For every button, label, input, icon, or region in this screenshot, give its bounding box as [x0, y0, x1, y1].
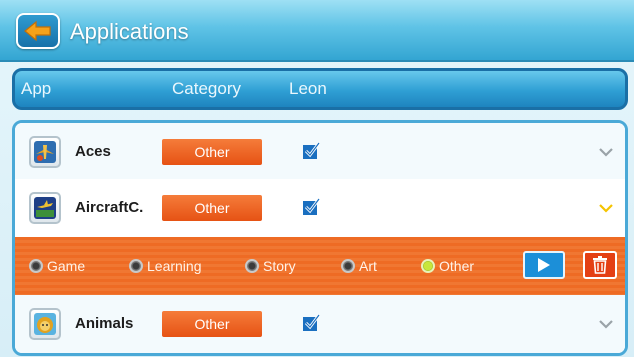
category-option-story[interactable]: Story: [245, 256, 296, 276]
title-bar: Applications: [0, 0, 634, 62]
table-row[interactable]: Aces Other: [15, 123, 625, 181]
back-arrow-icon: [24, 20, 51, 42]
category-option-art[interactable]: Art: [341, 256, 377, 276]
animals-app-icon: [29, 308, 61, 340]
play-button[interactable]: [523, 251, 565, 279]
app-list: Aces Other AircraftC. Other Game Learnin…: [12, 120, 628, 356]
category-option-other[interactable]: Other: [421, 256, 474, 276]
column-header-app: App: [21, 79, 52, 98]
table-row[interactable]: AircraftC. Other: [15, 179, 625, 237]
chevron-down-icon[interactable]: [599, 147, 613, 157]
back-button[interactable]: [16, 13, 60, 49]
checkbox-checked-icon[interactable]: [302, 314, 320, 332]
checkbox-checked-icon[interactable]: [302, 198, 320, 216]
radio-icon: [129, 259, 143, 273]
radio-selected-icon: [421, 259, 435, 273]
aces-app-icon: [29, 136, 61, 168]
app-name: AircraftC.: [75, 199, 144, 216]
radio-icon: [29, 259, 43, 273]
radio-icon: [341, 259, 355, 273]
category-option-learning[interactable]: Learning: [129, 256, 202, 276]
column-header-category: Category: [172, 79, 241, 98]
table-row[interactable]: Animals Other: [15, 295, 625, 353]
page-title: Applications: [70, 19, 189, 44]
aircraft-app-icon: [29, 192, 61, 224]
trash-icon: [593, 256, 607, 274]
app-name: Aces: [75, 143, 111, 160]
category-badge[interactable]: Other: [162, 139, 262, 165]
chevron-down-icon[interactable]: [599, 203, 613, 213]
chevron-down-icon[interactable]: [599, 319, 613, 329]
category-badge[interactable]: Other: [162, 311, 262, 337]
category-selector: Game Learning Story Art Other: [15, 237, 625, 295]
column-header-bar: App Category Leon: [12, 68, 628, 110]
column-header-leon: Leon: [289, 79, 327, 98]
play-icon: [538, 258, 550, 272]
category-badge[interactable]: Other: [162, 195, 262, 221]
delete-button[interactable]: [583, 251, 617, 279]
radio-icon: [245, 259, 259, 273]
app-name: Animals: [75, 315, 134, 332]
checkbox-checked-icon[interactable]: [302, 142, 320, 160]
category-option-game[interactable]: Game: [29, 256, 85, 276]
